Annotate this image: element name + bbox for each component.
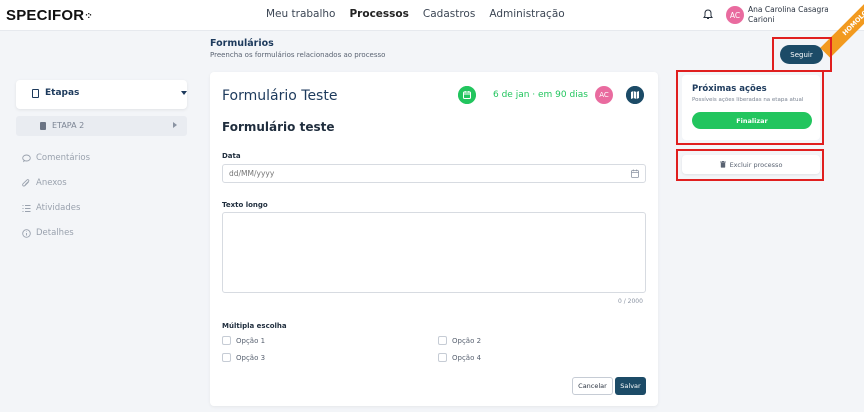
cancel-button[interactable]: Cancelar: [572, 377, 613, 395]
sidebar-step-etapa-2[interactable]: ETAPA 2: [16, 116, 187, 136]
sidebar-link-detalhes[interactable]: Detalhes: [22, 228, 74, 238]
sidebar-link-label: Comentários: [36, 153, 91, 163]
steps-dropdown[interactable]: Etapas: [16, 80, 187, 109]
page-subtitle: Preencha os formulários relacionados ao …: [210, 51, 386, 59]
sidebar-link-comentarios[interactable]: Comentários: [22, 153, 90, 163]
chevron-down-icon: [181, 91, 187, 95]
checkbox[interactable]: [222, 353, 231, 362]
multiple-choice-label: Múltipla escolha: [222, 322, 287, 330]
option-1[interactable]: Opção 1: [222, 336, 265, 345]
highlight-delete-process: [676, 149, 824, 181]
top-bar: SPECIFOR·:· Meu trabalho Processos Cadas…: [0, 0, 864, 31]
nav-administracao[interactable]: Administração: [489, 8, 564, 20]
main-nav: Meu trabalho Processos Cadastros Adminis…: [266, 8, 565, 20]
calendar-icon[interactable]: [458, 86, 476, 104]
document-icon: [40, 122, 46, 130]
map-icon[interactable]: [626, 86, 644, 104]
chevron-right-icon: [173, 122, 177, 128]
long-text-label: Texto longo: [222, 201, 268, 209]
comment-icon: [22, 154, 31, 162]
user-avatar[interactable]: AC: [726, 6, 744, 24]
highlight-next-actions: [676, 70, 824, 145]
list-icon: [22, 204, 31, 212]
sidebar-link-atividades[interactable]: Atividades: [22, 203, 80, 213]
checkbox[interactable]: [438, 353, 447, 362]
info-icon: [22, 228, 31, 238]
sidebar-link-anexos[interactable]: Anexos: [22, 178, 67, 188]
option-label: Opção 2: [452, 336, 482, 345]
char-counter: 0 / 2000: [618, 298, 643, 305]
date-field[interactable]: [222, 164, 646, 183]
option-3[interactable]: Opção 3: [222, 353, 265, 362]
steps-label: Etapas: [45, 88, 80, 98]
option-4[interactable]: Opção 4: [438, 353, 481, 362]
sidebar-link-label: Detalhes: [36, 228, 74, 238]
date-field-label: Data: [222, 152, 241, 160]
checkbox[interactable]: [222, 336, 231, 345]
form-card: Formulário Teste 6 de jan · em 90 dias A…: [210, 72, 658, 406]
step-label: ETAPA 2: [52, 121, 85, 130]
option-2[interactable]: Opção 2: [438, 336, 481, 345]
document-icon: [32, 89, 39, 98]
form-heading: Formulário teste: [222, 120, 335, 134]
save-button[interactable]: Salvar: [615, 377, 646, 395]
long-text-field[interactable]: [222, 212, 646, 293]
nav-cadastros[interactable]: Cadastros: [423, 8, 475, 20]
logo[interactable]: SPECIFOR·:·: [6, 7, 92, 24]
calendar-icon[interactable]: [631, 169, 639, 178]
assignee-avatar[interactable]: AC: [595, 86, 613, 104]
bell-icon[interactable]: [703, 9, 713, 20]
option-label: Opção 1: [236, 336, 266, 345]
page-title: Formulários: [210, 38, 274, 49]
sidebar-link-label: Anexos: [36, 178, 67, 188]
checkbox[interactable]: [438, 336, 447, 345]
nav-meu-trabalho[interactable]: Meu trabalho: [266, 8, 335, 20]
nav-processos[interactable]: Processos: [349, 8, 408, 20]
option-label: Opção 3: [236, 353, 266, 362]
due-date-text: 6 de jan · em 90 dias: [493, 90, 588, 100]
paperclip-icon: [22, 178, 30, 186]
highlight-follow-button: [772, 37, 832, 72]
logo-mark: ·:·: [85, 10, 92, 20]
logo-text: SPECIFOR: [6, 7, 85, 24]
option-label: Opção 4: [452, 353, 482, 362]
form-name: Formulário Teste: [222, 88, 338, 104]
sidebar-link-label: Atividades: [36, 203, 81, 213]
